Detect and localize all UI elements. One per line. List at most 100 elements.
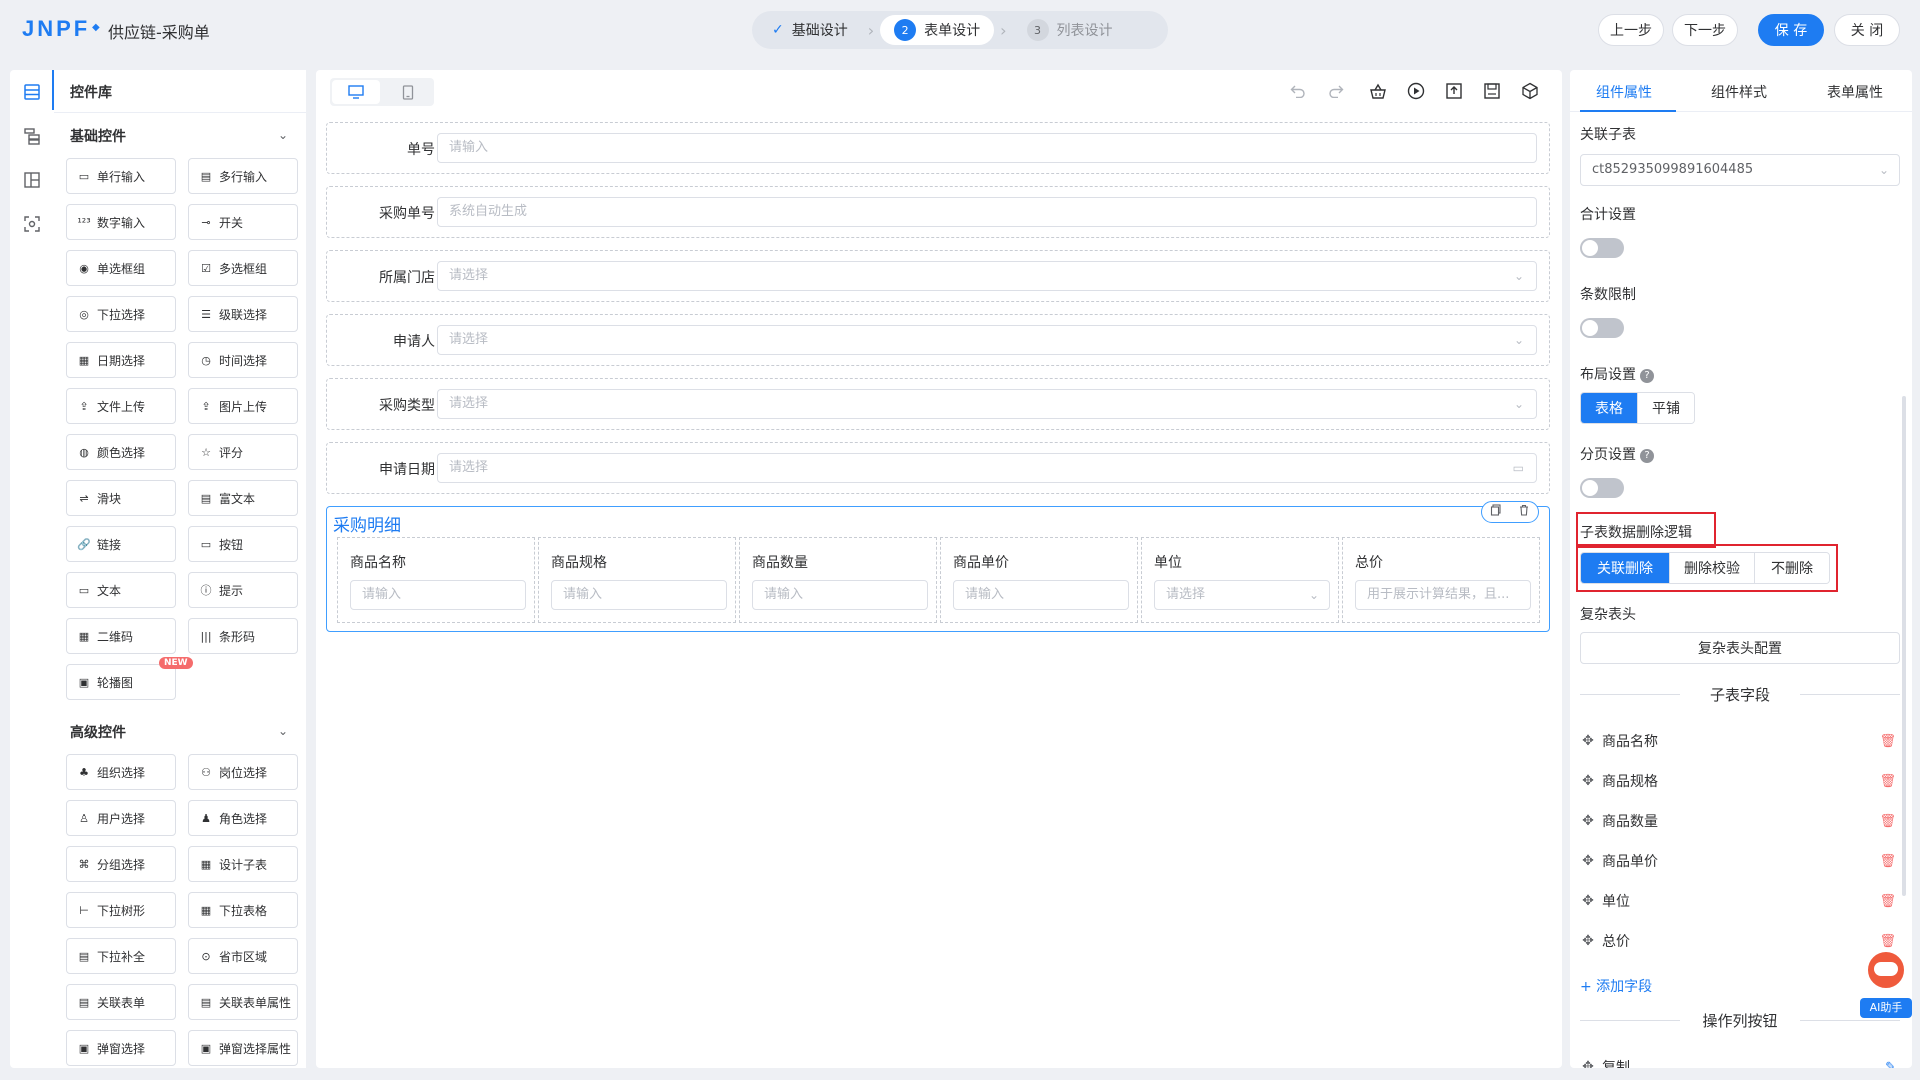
form-row[interactable]: 采购类型 请选择 ⌄: [326, 378, 1550, 430]
layout-option-tile[interactable]: 平铺: [1637, 393, 1694, 423]
column-input[interactable]: 请选择 ⌄: [1154, 580, 1330, 610]
undo-icon[interactable]: [1288, 81, 1308, 101]
basic-component[interactable]: ▤ 富文本: [188, 480, 298, 516]
basic-component[interactable]: ▭ 单行输入: [66, 158, 176, 194]
advanced-component[interactable]: ▣ 弹窗选择属性: [188, 1030, 298, 1066]
drag-handle-icon[interactable]: ✥: [1580, 853, 1596, 869]
basic-components-heading[interactable]: 基础控件: [70, 126, 126, 146]
tab-component-props[interactable]: 组件属性: [1596, 82, 1652, 102]
form-row[interactable]: 申请人 请选择 ⌄: [326, 314, 1550, 366]
close-button[interactable]: 关 闭: [1834, 14, 1900, 46]
advanced-component[interactable]: ♣ 组织选择: [66, 754, 176, 790]
delete-icon[interactable]: 🗑: [1879, 934, 1896, 949]
delete-icon[interactable]: [1518, 504, 1530, 520]
advanced-component[interactable]: ⌘ 分组选择: [66, 846, 176, 882]
delete-icon[interactable]: 🗑: [1879, 774, 1896, 789]
basic-component[interactable]: ⇪ 图片上传: [188, 388, 298, 424]
layout-option-table[interactable]: 表格: [1581, 393, 1637, 423]
basic-component[interactable]: ▤ 多行输入: [188, 158, 298, 194]
prev-step-button[interactable]: 上一步: [1598, 14, 1664, 46]
drag-handle-icon[interactable]: ✥: [1580, 733, 1596, 749]
scan-icon[interactable]: [22, 214, 42, 234]
redo-icon[interactable]: [1326, 81, 1346, 101]
help-icon[interactable]: ?: [1640, 369, 1654, 383]
drag-handle-icon[interactable]: ✥: [1580, 813, 1596, 829]
chevron-down-icon[interactable]: ⌄: [278, 724, 288, 738]
complex-header-config-button[interactable]: 复杂表头配置: [1580, 632, 1900, 664]
advanced-component[interactable]: ▤ 下拉补全: [66, 938, 176, 974]
basic-component[interactable]: ▭ 按钮: [188, 526, 298, 562]
step-form-design[interactable]: 2 表单设计: [880, 15, 995, 45]
properties-scrollbar[interactable]: [1902, 396, 1906, 896]
export-json-icon[interactable]: [1444, 81, 1464, 101]
preview-play-icon[interactable]: [1406, 81, 1426, 101]
column-input[interactable]: 请输入: [953, 580, 1129, 610]
subtable-column[interactable]: 商品名称 请输入: [337, 537, 535, 623]
subtable-column[interactable]: 总价 用于展示计算结果，且...: [1342, 537, 1540, 623]
mobile-view-tab[interactable]: [384, 80, 432, 104]
sum-setting-switch[interactable]: [1580, 238, 1624, 258]
form-row[interactable]: 所属门店 请选择 ⌄: [326, 250, 1550, 302]
help-icon[interactable]: ?: [1640, 449, 1654, 463]
field-input[interactable]: 系统自动生成: [437, 197, 1537, 227]
delete-icon[interactable]: 🗑: [1879, 854, 1896, 869]
basic-component[interactable]: ◎ 下拉选择: [66, 296, 176, 332]
basic-component[interactable]: ⓘ 提示: [188, 572, 298, 608]
advanced-components-heading[interactable]: 高级控件: [70, 722, 126, 742]
subfield-item[interactable]: ✥ 商品名称 🗑: [1580, 728, 1900, 754]
basic-component[interactable]: ⇪ 文件上传: [66, 388, 176, 424]
tab-form-props[interactable]: 表单属性: [1827, 82, 1883, 102]
advanced-component[interactable]: ▤ 关联表单属性: [188, 984, 298, 1020]
form-row[interactable]: 申请日期 请选择 ▭: [326, 442, 1550, 494]
basic-component[interactable]: ◉ 单选框组: [66, 250, 176, 286]
delete-option-cascade[interactable]: 关联删除: [1581, 553, 1669, 583]
next-step-button[interactable]: 下一步: [1672, 14, 1738, 46]
field-input[interactable]: 请选择 ⌄: [437, 389, 1537, 419]
field-input[interactable]: 请选择 ⌄: [437, 261, 1537, 291]
basic-component[interactable]: ⊸ 开关: [188, 204, 298, 240]
desktop-view-tab[interactable]: [332, 80, 380, 104]
advanced-component[interactable]: ▦ 设计子表: [188, 846, 298, 882]
delete-option-validate[interactable]: 删除校验: [1669, 553, 1754, 583]
save-button[interactable]: 保 存: [1758, 14, 1824, 46]
delete-icon[interactable]: 🗑: [1879, 894, 1896, 909]
basic-component[interactable]: ◷ 时间选择: [188, 342, 298, 378]
basic-component[interactable]: 🔗 链接: [66, 526, 176, 562]
basic-component[interactable]: ▭ 文本: [66, 572, 176, 608]
field-input[interactable]: 请选择 ⌄: [437, 325, 1537, 355]
component-library-icon[interactable]: [22, 82, 42, 102]
subfield-item[interactable]: ✥ 商品规格 🗑: [1580, 768, 1900, 794]
drag-handle-icon[interactable]: ✥: [1580, 773, 1596, 789]
tab-component-style[interactable]: 组件样式: [1711, 82, 1767, 102]
column-input[interactable]: 请输入: [752, 580, 928, 610]
drag-handle-icon[interactable]: ✥: [1580, 1059, 1596, 1068]
delete-option-none[interactable]: 不删除: [1754, 553, 1829, 583]
advanced-component[interactable]: ▣ 弹窗选择: [66, 1030, 176, 1066]
advanced-component[interactable]: ⚇ 岗位选择: [188, 754, 298, 790]
drag-handle-icon[interactable]: ✥: [1580, 933, 1596, 949]
basic-component[interactable]: ¹²³ 数字输入: [66, 204, 176, 240]
outline-tree-icon[interactable]: [22, 126, 42, 146]
step-list-design[interactable]: 3 列表设计: [1013, 15, 1127, 45]
subtable-column[interactable]: 商品数量 请输入: [739, 537, 937, 623]
form-row[interactable]: 采购单号 系统自动生成: [326, 186, 1550, 238]
copy-icon[interactable]: [1490, 504, 1502, 520]
advanced-component[interactable]: ♙ 用户选择: [66, 800, 176, 836]
subtable-column[interactable]: 商品规格 请输入: [538, 537, 736, 623]
subfield-item[interactable]: ✥ 总价 🗑: [1580, 928, 1900, 954]
advanced-component[interactable]: ♟ 角色选择: [188, 800, 298, 836]
subfield-item[interactable]: ✥ 单位 🗑: [1580, 888, 1900, 914]
delete-icon[interactable]: 🗑: [1879, 814, 1896, 829]
column-input[interactable]: 用于展示计算结果，且...: [1355, 580, 1531, 610]
form-row[interactable]: 单号 请输入: [326, 122, 1550, 174]
advanced-component[interactable]: ⊢ 下拉树形: [66, 892, 176, 928]
delete-icon[interactable]: 🗑: [1879, 734, 1896, 749]
related-table-select[interactable]: ct852935099891604485 ⌄: [1580, 154, 1900, 186]
basic-component[interactable]: ⇌ 滑块: [66, 480, 176, 516]
subtable-column[interactable]: 单位 请选择 ⌄: [1141, 537, 1339, 623]
paging-setting-switch[interactable]: [1580, 478, 1624, 498]
save-template-icon[interactable]: [1482, 81, 1502, 101]
field-input[interactable]: 请输入: [437, 133, 1537, 163]
basic-component[interactable]: ▦ 二维码: [66, 618, 176, 654]
edit-icon[interactable]: ✎: [1885, 1060, 1896, 1069]
